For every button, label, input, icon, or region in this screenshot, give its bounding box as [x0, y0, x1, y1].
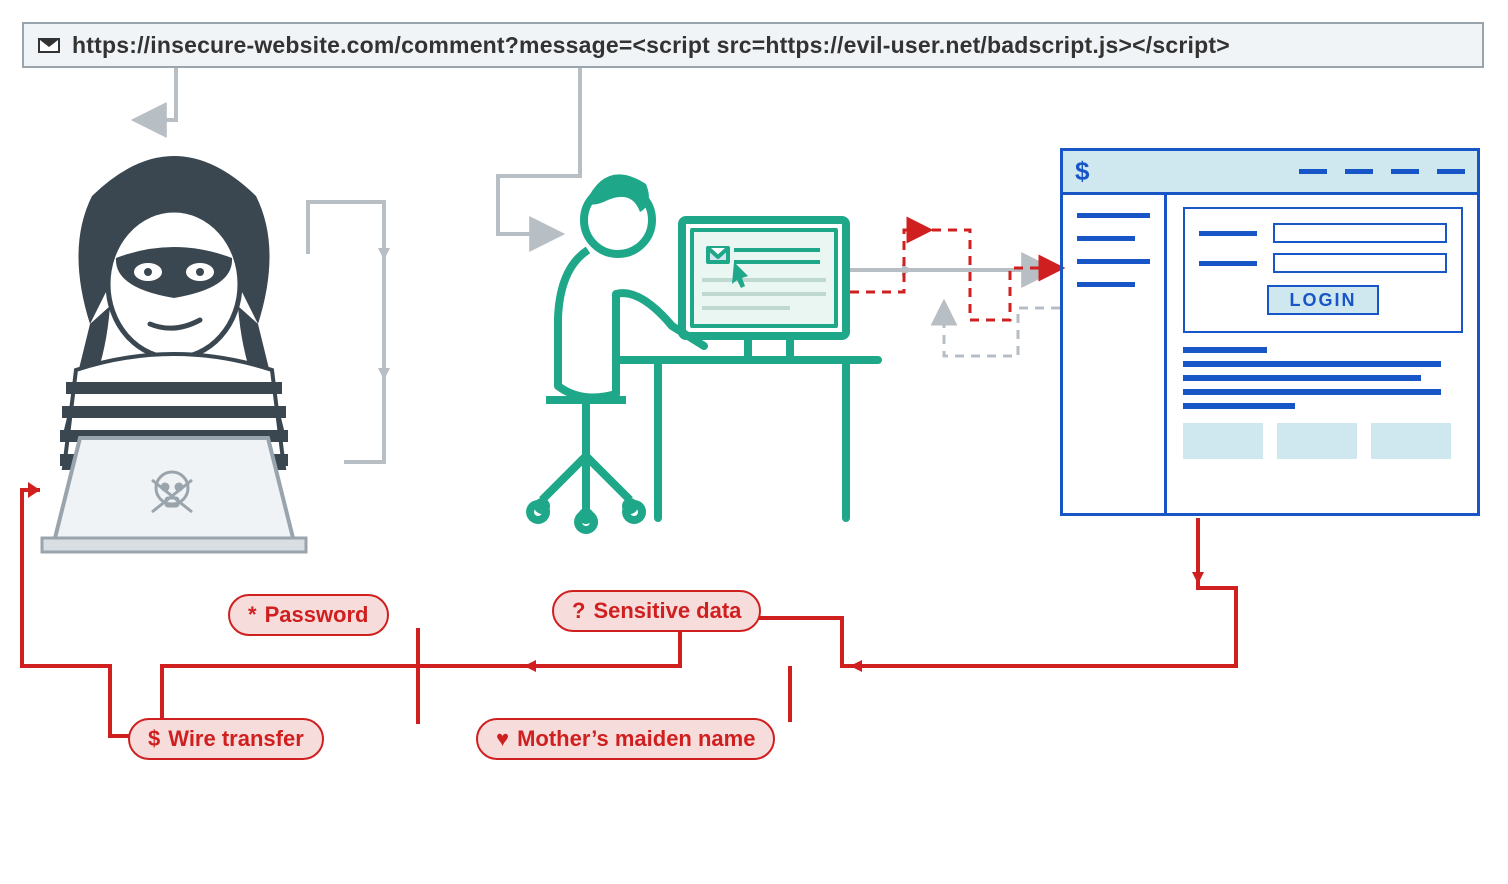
flow-attacker-path	[308, 202, 384, 462]
dollar-icon: $	[1075, 156, 1089, 187]
pill-maiden-label: Mother’s maiden name	[517, 726, 755, 752]
pill-password-label: Password	[265, 602, 369, 628]
attacker-figure	[32, 138, 316, 558]
bank-website-window: $ LOGIN	[1060, 148, 1480, 516]
pill-maiden-name: ♥ Mother’s maiden name	[476, 718, 775, 760]
username-label	[1199, 231, 1257, 236]
window-controls	[1299, 169, 1465, 174]
dollar-icon: $	[148, 728, 160, 750]
xss-attack-diagram: https://insecure-website.com/comment?mes…	[0, 0, 1508, 884]
flow-url-to-attacker	[138, 68, 176, 120]
login-form: LOGIN	[1183, 207, 1463, 333]
password-input[interactable]	[1273, 253, 1447, 273]
heart-icon: ♥	[496, 728, 509, 750]
bank-sidebar	[1063, 195, 1167, 513]
pill-sensitive-label: Sensitive data	[593, 598, 741, 624]
pill-sensitive-data: ? Sensitive data	[552, 590, 761, 632]
question-icon: ?	[572, 600, 585, 622]
bank-main-pane: LOGIN	[1167, 195, 1477, 513]
bank-content	[1183, 347, 1463, 459]
pill-wire-transfer: $ Wire transfer	[128, 718, 324, 760]
login-button[interactable]: LOGIN	[1267, 285, 1379, 315]
pill-password: * Password	[228, 594, 389, 636]
password-label	[1199, 261, 1257, 266]
pill-wire-label: Wire transfer	[168, 726, 304, 752]
asterisk-icon: *	[248, 604, 257, 626]
bank-titlebar: $	[1063, 151, 1477, 195]
victim-figure	[490, 150, 890, 550]
flow-session-return	[944, 304, 1060, 356]
username-input[interactable]	[1273, 223, 1447, 243]
